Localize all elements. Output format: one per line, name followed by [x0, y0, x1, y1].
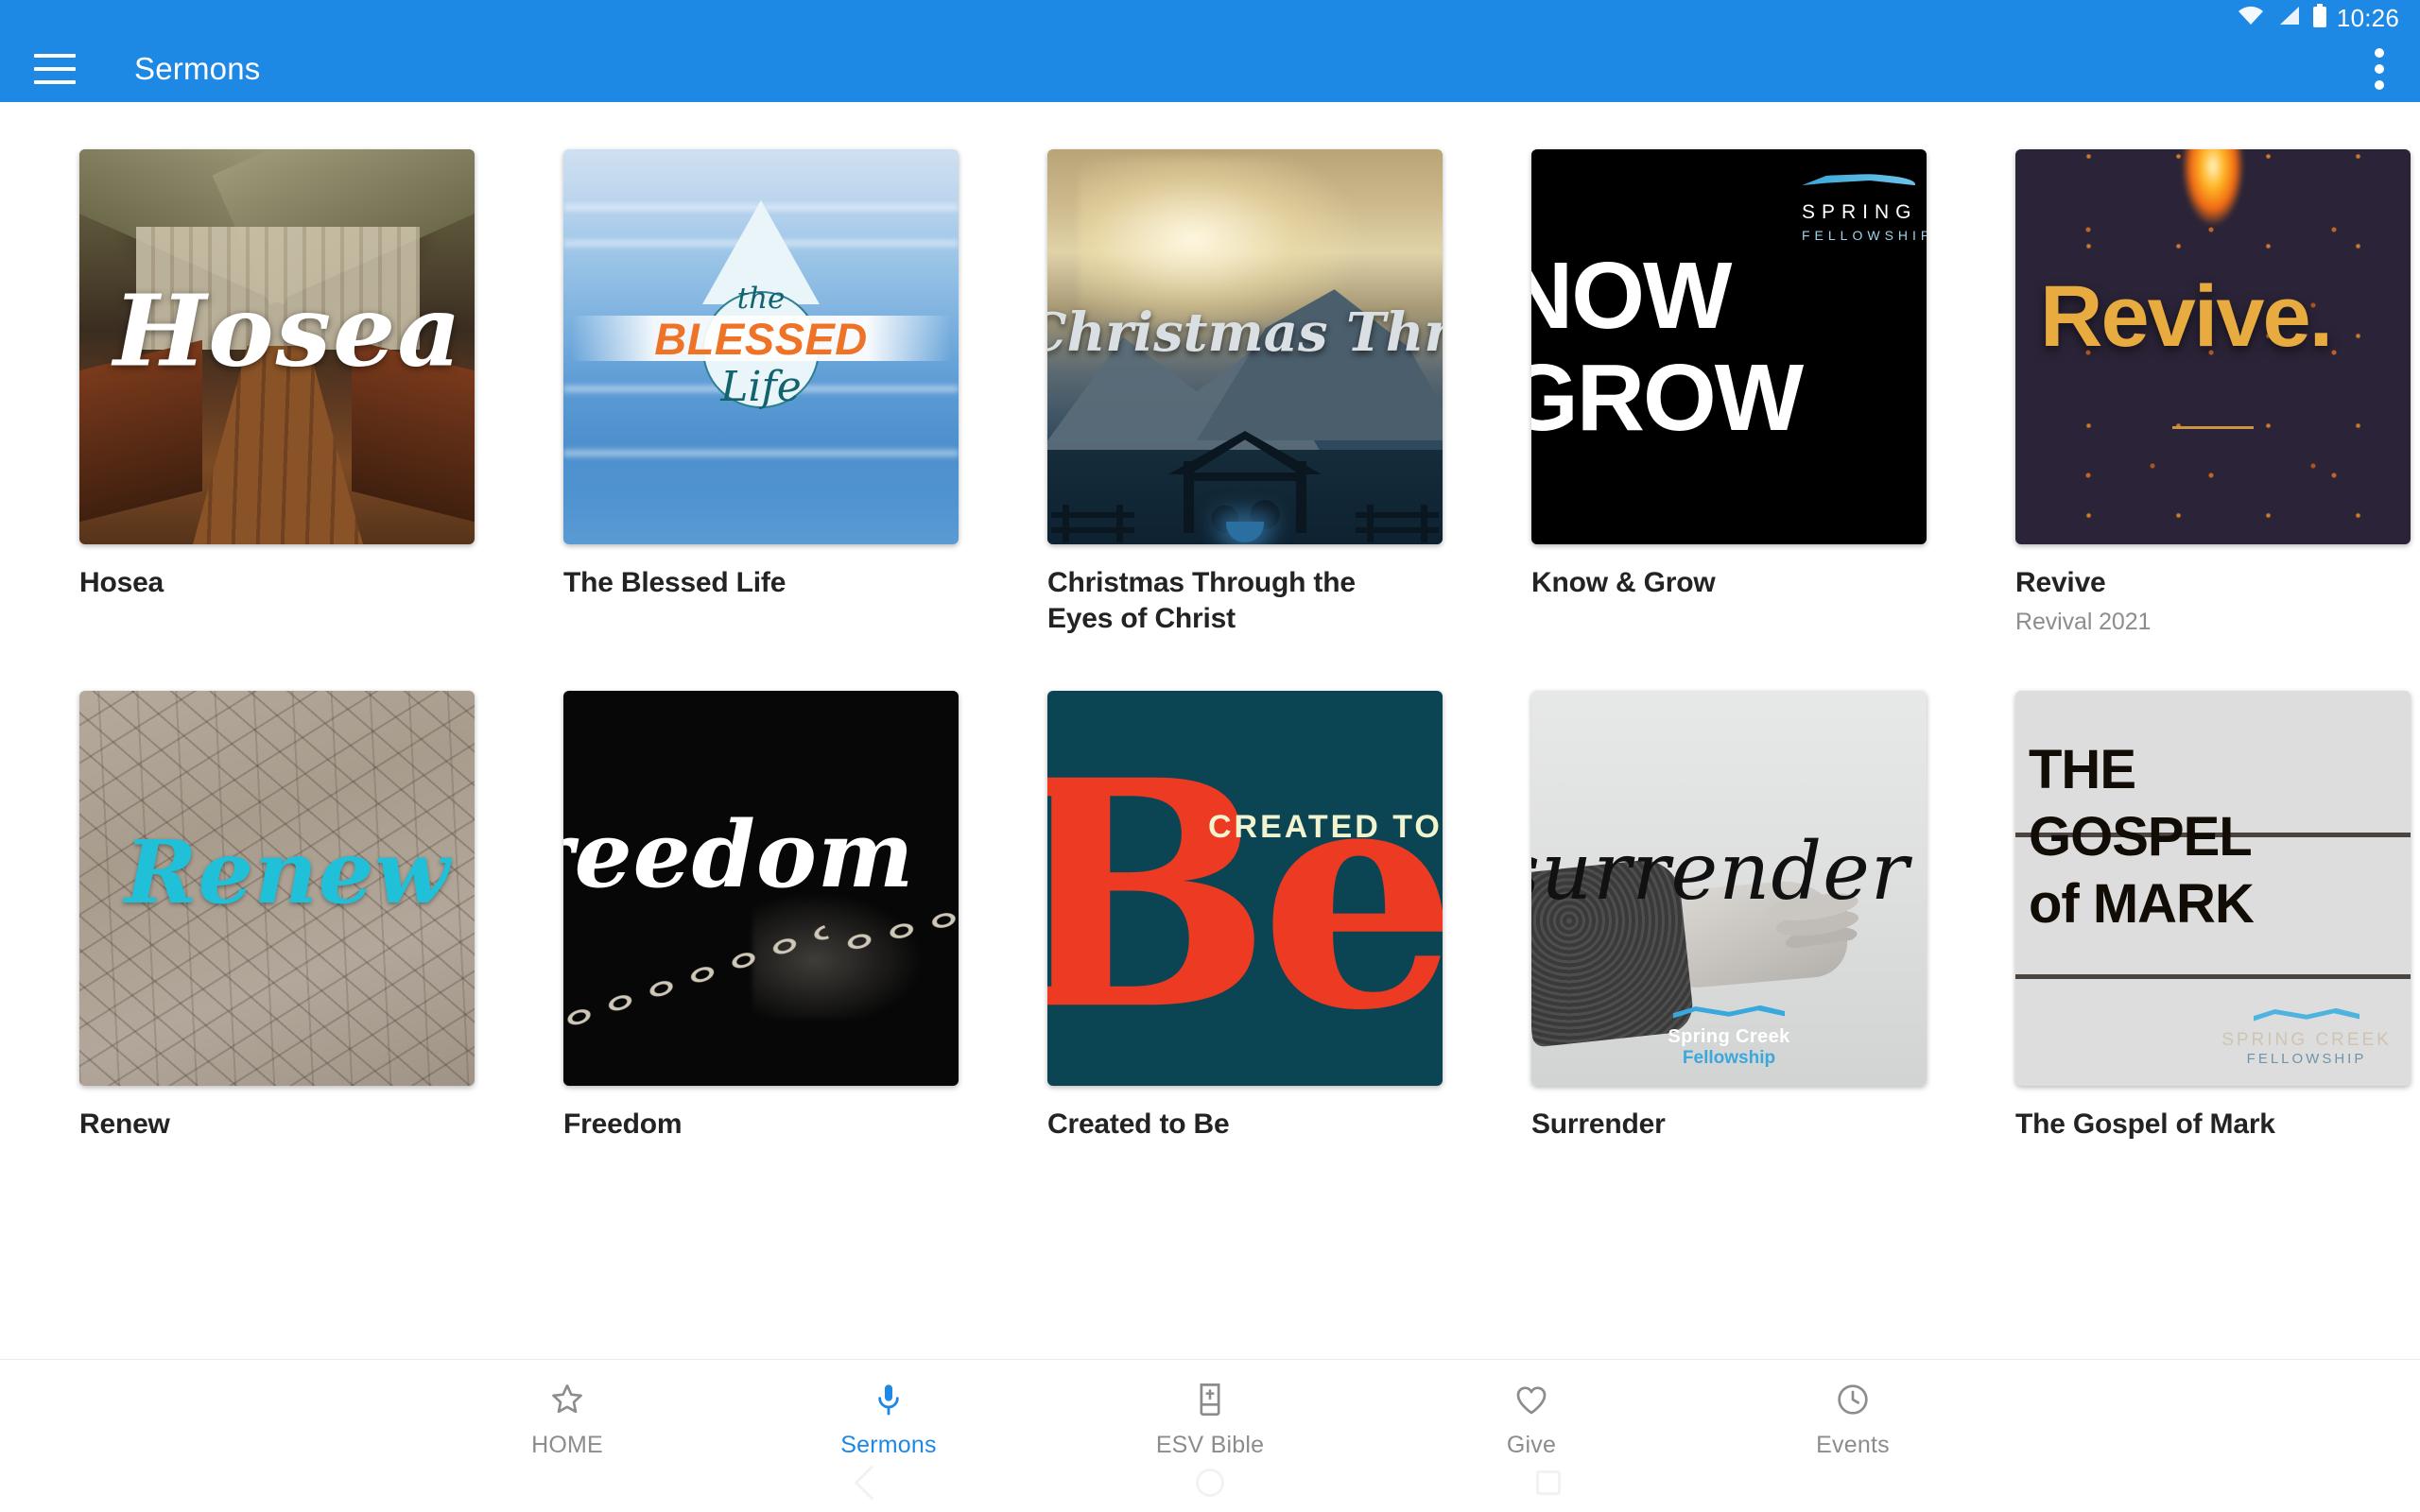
nav-label: ESV Bible — [1155, 1432, 1265, 1458]
artwork-title-surrender: surrender — [1531, 824, 1910, 918]
sermon-card-hosea[interactable]: Hosea Hosea — [0, 149, 484, 638]
sermon-card-surrender[interactable]: surrender Spring Creek Fellowship Surren… — [1452, 638, 1936, 1143]
spring-creek-logo: SPRING CREEK FELLOWSHIP — [2221, 1007, 2392, 1067]
spring-creek-logo: Spring Creek Fellowship — [1634, 1005, 1824, 1069]
artwork-line-2: GROW — [1531, 345, 1804, 451]
bottom-navigation-bar: HOME Sermons ESV Bible Give Events — [0, 1359, 2420, 1512]
artwork-title-freedom: reedom — [563, 800, 915, 908]
sermon-thumbnail-revive[interactable]: Revive. — [2015, 149, 2411, 544]
status-bar-time: 10:26 — [2336, 3, 2399, 32]
sermons-grid: Hosea Hosea the BLESSED Life The Blessed… — [0, 102, 2420, 1143]
sermon-title: The Blessed Life — [563, 567, 786, 598]
nav-label: HOME — [531, 1432, 603, 1458]
swoosh-icon — [2254, 1007, 2360, 1022]
nav-label: Events — [1816, 1432, 1890, 1458]
artwork-word-life: Life — [720, 363, 802, 411]
nav-item-events[interactable]: Events — [1692, 1381, 2014, 1459]
sermon-subtitle: Revival 2021 — [2015, 609, 2152, 636]
logo-name: SPRING CREEK — [2221, 1029, 2392, 1050]
sermon-title: Created to Be — [1047, 1108, 1230, 1140]
artwork-word-blessed: BLESSED — [654, 313, 868, 364]
star-icon — [548, 1381, 586, 1418]
nav-label: Sermons — [840, 1432, 937, 1458]
sermon-thumbnail-know-and-grow[interactable]: SPRING FELLOWSHIP NOW GROW — [1531, 149, 1927, 544]
nav-label: Give — [1506, 1432, 1557, 1458]
spring-creek-logo: SPRING FELLOWSHIP — [1802, 174, 1927, 243]
battery-icon — [2312, 3, 2327, 33]
sermon-title: Surrender — [1531, 1108, 1666, 1140]
artwork-line-3: of MARK — [2029, 873, 2255, 936]
sermons-grid-scroll[interactable]: Hosea Hosea the BLESSED Life The Blessed… — [0, 102, 2420, 1359]
sermon-thumbnail-renew[interactable]: Renew — [79, 690, 475, 1086]
swoosh-icon — [1802, 174, 1915, 186]
sermon-card-know-and-grow[interactable]: SPRING FELLOWSHIP NOW GROW Know & Grow — [1452, 149, 1936, 638]
sermon-thumbnail-the-blessed-life[interactable]: the BLESSED Life — [563, 149, 959, 544]
artwork-title-hosea: Hosea — [113, 272, 463, 389]
status-icon-group — [2237, 3, 2327, 33]
sermon-title: Hosea — [79, 567, 164, 598]
sermon-title: Freedom — [563, 1108, 683, 1140]
app-bar: Sermons — [0, 36, 2420, 102]
artwork-title-christmas: Christmas Through the Eyes of Christ — [1047, 301, 1443, 364]
page-title: Sermons — [134, 51, 261, 86]
sermon-card-christmas-through-the-eyes-of-christ[interactable]: Christmas Through the Eyes of Christ Chr… — [968, 149, 1452, 638]
cellular-signal-icon — [2276, 5, 2301, 32]
logo-sub: FELLOWSHIP — [1802, 228, 1927, 243]
artwork-line-1: THE — [2029, 738, 2136, 800]
artwork-title-gospel-of-mark: THE GOSPEL of MARK — [2029, 736, 2255, 938]
sermon-title: Know & Grow — [1531, 567, 1716, 598]
decor-fence-left — [1051, 505, 1134, 542]
artwork-title-know-and-grow: NOW GROW — [1531, 243, 1804, 451]
microphone-icon — [870, 1381, 908, 1418]
hamburger-menu-icon[interactable] — [34, 54, 76, 84]
sermon-card-freedom[interactable]: reedom Freedom — [484, 638, 968, 1143]
sermon-thumbnail-freedom[interactable]: reedom — [563, 690, 959, 1086]
artwork-title-revive: Revive. — [2040, 268, 2333, 366]
decor-band: BLESSED — [571, 314, 951, 364]
nav-item-home[interactable]: HOME — [406, 1381, 728, 1459]
sermon-card-revive[interactable]: Revive. Revive Revival 2021 — [1936, 149, 2420, 638]
nav-item-esv-bible[interactable]: ESV Bible — [1049, 1381, 1371, 1459]
sermon-card-created-to-be[interactable]: Be CREATED TO Created to Be — [968, 638, 1452, 1143]
nav-item-sermons[interactable]: Sermons — [728, 1381, 1049, 1459]
logo-sub: FELLOWSHIP — [2246, 1050, 2367, 1067]
artwork-line-2: GOSPEL — [2029, 806, 2253, 868]
decor-rule — [2172, 425, 2254, 429]
sermon-thumbnail-hosea[interactable]: Hosea — [79, 149, 475, 544]
clock-icon — [1834, 1381, 1872, 1418]
artwork-line-1: NOW — [1531, 243, 1732, 349]
decor-fence-right — [1356, 505, 1439, 542]
status-bar: 10:26 — [0, 0, 2420, 36]
logo-name: SPRING — [1802, 201, 1918, 223]
logo-sub: Fellowship — [1682, 1047, 1776, 1068]
sermon-title: Renew — [79, 1108, 170, 1140]
sermon-thumbnail-the-gospel-of-mark[interactable]: THE GOSPEL of MARK SPRING CREEK FELLOWSH… — [2015, 690, 2411, 1086]
sermon-card-the-blessed-life[interactable]: the BLESSED Life The Blessed Life — [484, 149, 968, 638]
overflow-menu-icon[interactable] — [2375, 48, 2384, 90]
artwork-word-the: the — [736, 282, 786, 316]
sermon-thumbnail-surrender[interactable]: surrender Spring Creek Fellowship — [1531, 690, 1927, 1086]
sermon-title: Revive — [2015, 567, 2106, 598]
sermon-title: The Gospel of Mark — [2015, 1108, 2275, 1140]
sermon-thumbnail-created-to-be[interactable]: Be CREATED TO — [1047, 690, 1443, 1086]
wifi-icon — [2237, 5, 2265, 32]
artwork-title-renew: Renew — [125, 821, 451, 924]
decor-streak — [563, 450, 959, 456]
decor-flame — [2169, 149, 2256, 257]
artwork-word-created-to: CREATED TO — [1208, 809, 1443, 846]
sermon-thumbnail-christmas[interactable]: Christmas Through the Eyes of Christ — [1047, 149, 1443, 544]
heart-icon — [1512, 1381, 1550, 1418]
sermon-card-renew[interactable]: Renew Renew — [0, 638, 484, 1143]
decor-chain-left — [563, 881, 843, 1071]
bible-book-icon — [1191, 1381, 1229, 1418]
decor-plank-seam — [2015, 973, 2411, 979]
sermon-card-the-gospel-of-mark[interactable]: THE GOSPEL of MARK SPRING CREEK FELLOWSH… — [1936, 638, 2420, 1143]
swoosh-icon — [1673, 1005, 1785, 1019]
sermon-title: Christmas Through the Eyes of Christ — [1047, 567, 1356, 635]
nav-item-give[interactable]: Give — [1371, 1381, 1692, 1459]
logo-name: Spring Creek — [1668, 1025, 1790, 1047]
